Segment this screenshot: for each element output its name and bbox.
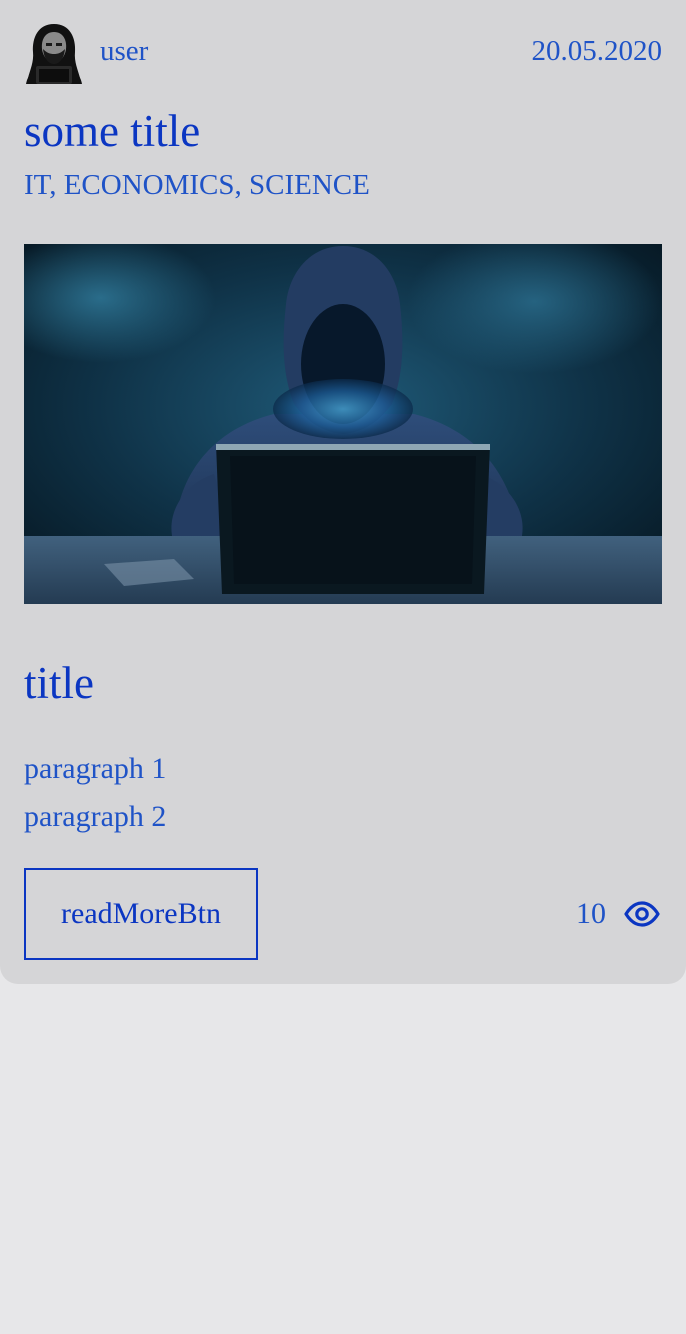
- paragraph: paragraph 1: [24, 752, 167, 785]
- eye-icon: [624, 901, 660, 927]
- content-title: title: [24, 658, 94, 708]
- post-card: user 20.05.2020 some title IT, ECONOMICS…: [0, 0, 686, 984]
- hacker-avatar-icon: [26, 24, 82, 84]
- read-more-button[interactable]: readMoreBtn: [24, 868, 258, 960]
- views-counter: 10: [576, 892, 660, 936]
- post-date: 20.05.2020: [531, 35, 663, 67]
- author-name[interactable]: user: [100, 34, 148, 68]
- post-categories: IT, ECONOMICS, SCIENCE: [24, 169, 370, 201]
- post-title[interactable]: some title: [24, 104, 200, 158]
- paragraph: paragraph 2: [24, 800, 167, 833]
- hacker-laptop-illustration: [24, 244, 662, 604]
- views-count: 10: [576, 897, 606, 930]
- avatar[interactable]: [24, 22, 84, 84]
- post-hero-image: [24, 244, 662, 604]
